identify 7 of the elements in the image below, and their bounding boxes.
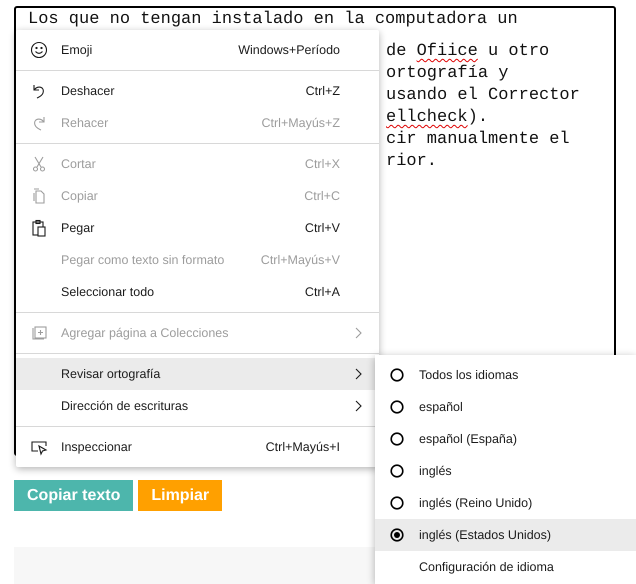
text-line: rior. <box>386 151 438 173</box>
text-line: de Ofiice u otro <box>386 41 550 63</box>
text-line: ellcheck). <box>386 107 490 129</box>
text-line: usando el Corrector <box>386 85 581 107</box>
text-line: ortografía y <box>386 63 510 85</box>
text-line: Los que no tengan instalado en la computadora un <box>28 9 519 31</box>
text-line: cir manualmente el <box>386 129 571 151</box>
